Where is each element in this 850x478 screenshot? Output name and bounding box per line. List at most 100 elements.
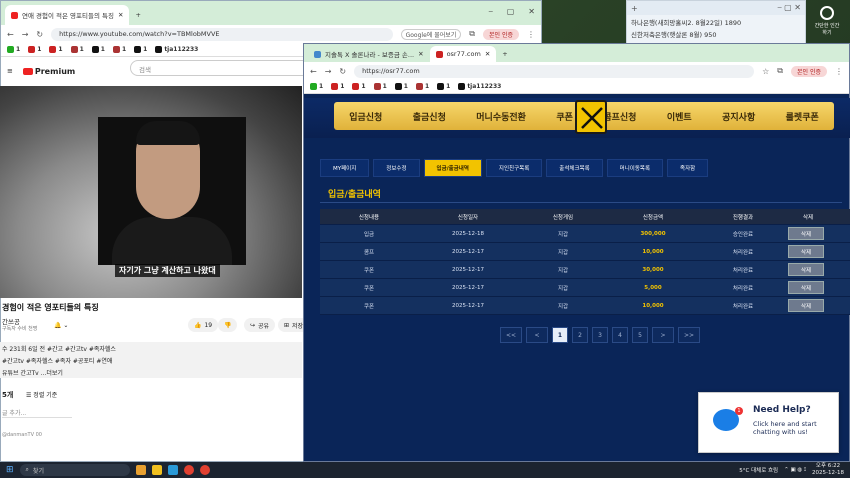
comment-input[interactable]: 글 추가... <box>2 408 72 418</box>
copilot-icon[interactable] <box>135 465 146 475</box>
close-icon[interactable]: ✕ <box>485 50 490 58</box>
nav-roulette[interactable]: 룰렛쿠폰 <box>786 110 819 123</box>
nav-withdraw[interactable]: 출금신청 <box>413 110 446 123</box>
bookmark[interactable]: 1 <box>112 46 126 53</box>
chrome-icon[interactable] <box>183 465 194 475</box>
extensions-icon[interactable]: ⧉ <box>777 66 783 76</box>
delete-button[interactable]: 삭제 <box>788 245 824 258</box>
video-description[interactable]: 수 231회 6일 전 #간고 #간고tv #족자헬스 #간고tv #족자헬스 … <box>0 342 302 378</box>
taskbar-search[interactable]: ⌕ 찾기 <box>19 464 130 476</box>
delete-button[interactable]: 삭제 <box>788 281 824 294</box>
nav-money-convert[interactable]: 머니수동전환 <box>476 110 526 123</box>
nav-notice[interactable]: 공지사항 <box>722 110 755 123</box>
menu-icon[interactable]: ⋮ <box>527 30 535 39</box>
url-field[interactable]: https://www.youtube.com/watch?v=TBMlobMV… <box>51 27 393 41</box>
casino-browser-window[interactable]: 지솔톡 X 솔론나라 - 보증금 손... ✕ osr77.com ✕ + ← → ↻ … <box>303 43 850 462</box>
bookmark[interactable]: 1 <box>415 83 429 90</box>
desc-more[interactable]: 유튜브 간고Tv ...더보기 <box>2 368 300 377</box>
bookmark[interactable]: 1 <box>91 46 105 53</box>
add-icon[interactable]: + <box>631 4 638 13</box>
share-button[interactable]: ↪ 공유 <box>244 318 276 332</box>
notepad-window[interactable]: + ⎯ ▢ ✕ 하나은행(새희망홀씨2. 8월22일) 1890 신한저축은행(햇… <box>626 0 806 45</box>
page-last[interactable]: >> <box>678 327 700 343</box>
clock[interactable]: 오후 6:22 2025-12-18 <box>812 463 844 477</box>
tab-2[interactable]: osr77.com ✕ <box>429 46 497 62</box>
bookmark[interactable]: 1 <box>437 83 450 90</box>
nav-event[interactable]: 이벤트 <box>667 110 692 123</box>
bookmark[interactable]: 1 <box>134 46 147 53</box>
close-icon[interactable]: ✕ <box>118 11 123 19</box>
tab-mypage[interactable]: MY페이지 <box>320 159 370 177</box>
close-icon[interactable]: ✕ <box>418 50 423 58</box>
windows-start-icon[interactable]: ⊞ <box>6 465 14 475</box>
page-5[interactable]: 5 <box>632 327 648 343</box>
bookmark[interactable]: tja112233 <box>155 46 198 53</box>
help-chat-widget[interactable]: 1 Need Help? Click here and start chatti… <box>698 392 839 453</box>
chrome-icon[interactable] <box>199 465 210 475</box>
page-2[interactable]: 2 <box>572 327 588 343</box>
sort-button[interactable]: ☰ 정렬 기준 <box>26 390 57 399</box>
forward-icon[interactable]: → <box>22 30 29 39</box>
nav-comp[interactable]: 콤프신청 <box>603 110 636 123</box>
tab-transactions[interactable]: 입금/출금내역 <box>423 159 482 177</box>
close-icon[interactable]: ✕ <box>528 7 535 17</box>
back-icon[interactable]: ← <box>310 67 317 76</box>
page-1[interactable]: 1 <box>552 327 568 343</box>
window-controls[interactable]: ⎯ ▢ ✕ <box>778 3 801 13</box>
bell-icon[interactable]: 🔔 ⌄ <box>48 318 74 332</box>
forward-icon[interactable]: → <box>325 67 332 76</box>
profile-button[interactable]: 본인 인증 <box>791 65 827 77</box>
page-3[interactable]: 3 <box>592 327 608 343</box>
tab-1[interactable]: 지솔톡 X 솔론나라 - 보증금 손... ✕ <box>308 46 430 62</box>
delete-button[interactable]: 삭제 <box>788 299 824 312</box>
bookmark[interactable]: 1 <box>331 83 344 90</box>
bookmark[interactable]: 1 <box>373 83 387 90</box>
nav-deposit[interactable]: 입금신청 <box>349 110 382 123</box>
tab-inbox[interactable]: 족자함 <box>667 159 709 177</box>
desktop-shortcut[interactable]: 간단한 인간 하기 <box>812 6 842 40</box>
delete-button[interactable]: 삭제 <box>788 227 824 240</box>
edge-icon[interactable] <box>167 465 178 475</box>
page-next[interactable]: > <box>652 327 674 343</box>
reload-icon[interactable]: ↻ <box>339 67 346 76</box>
page-prev[interactable]: < <box>526 327 548 343</box>
youtube-logo[interactable]: Premium <box>22 67 75 76</box>
bookmark[interactable]: 1 <box>7 46 20 53</box>
bookmark[interactable]: 1 <box>394 83 408 90</box>
tab-youtube[interactable]: 연애 경험이 적은 영포티들의 특징 ✕ <box>5 5 130 25</box>
tray-icons[interactable]: ⌃ ▣ ◍ ⟟ <box>784 467 806 474</box>
profile-button[interactable]: 본인 인증 <box>483 28 519 40</box>
delete-button[interactable]: 삭제 <box>788 263 824 276</box>
tab-attendance[interactable]: 출석체크목록 <box>546 159 603 177</box>
close-menu-button[interactable] <box>575 100 607 134</box>
window-controls[interactable]: ⎯ ▢ ✕ <box>489 7 535 17</box>
url-field[interactable]: https://osr77.com <box>354 64 755 78</box>
new-tab-button[interactable]: + <box>129 5 146 25</box>
minimize-icon[interactable]: ⎯ <box>489 7 493 17</box>
bookmark[interactable]: 1 <box>70 46 84 53</box>
bookmark[interactable]: 1 <box>310 83 323 90</box>
nav-coupon[interactable]: 쿠폰 <box>556 110 573 123</box>
hamburger-icon[interactable]: ≡ <box>7 67 13 75</box>
notepad-titlebar[interactable]: + ⎯ ▢ ✕ <box>627 1 805 15</box>
page-first[interactable]: << <box>500 327 522 343</box>
file-explorer-icon[interactable] <box>151 465 162 475</box>
star-icon[interactable]: ☆ <box>762 67 769 76</box>
bookmark[interactable]: tja112233 <box>458 83 501 90</box>
tab-money-move[interactable]: 머니이동목록 <box>606 159 664 177</box>
maximize-icon[interactable]: ▢ <box>507 7 515 17</box>
new-tab-button[interactable]: + <box>496 46 513 62</box>
dislike-button[interactable]: 👎 <box>218 318 238 332</box>
tab-friends[interactable]: 지인친구목록 <box>485 159 543 177</box>
weather-widget[interactable]: 5°C 대체로 흐림 <box>739 466 778 474</box>
bookmark[interactable]: 1 <box>352 83 366 90</box>
back-icon[interactable]: ← <box>7 30 14 39</box>
page-4[interactable]: 4 <box>612 327 628 343</box>
google-ask-button[interactable]: Google에 물어보기 <box>400 28 462 40</box>
bookmark[interactable]: 1 <box>49 46 63 53</box>
search-input[interactable]: 검색 <box>130 60 310 76</box>
menu-icon[interactable]: ⋮ <box>835 67 843 76</box>
like-button[interactable]: 👍 19 <box>188 318 219 332</box>
bookmark[interactable]: 1 <box>28 46 41 53</box>
tab-edit-info[interactable]: 정보수정 <box>373 159 420 177</box>
